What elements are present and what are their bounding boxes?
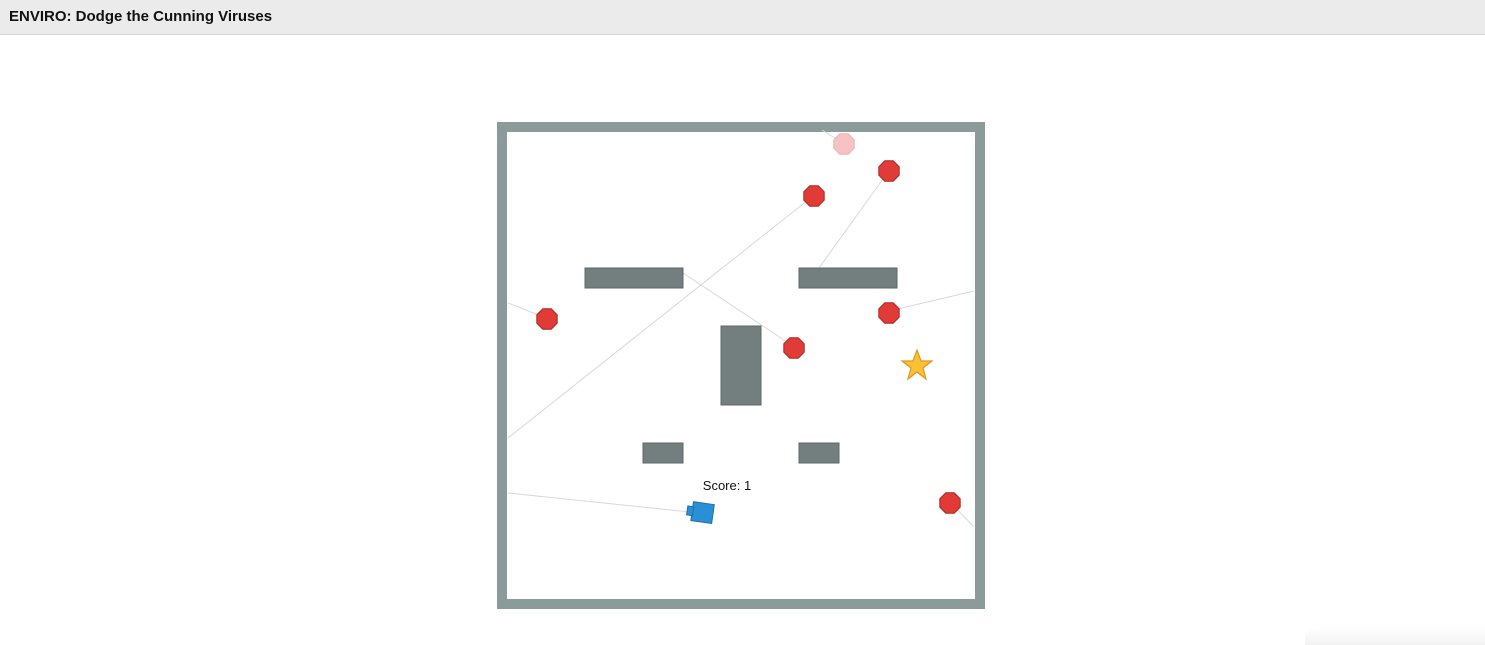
- player-agent: [686, 501, 715, 525]
- faded-virus-icon: [833, 133, 855, 155]
- wall-block: [584, 267, 684, 289]
- sight-line: [818, 171, 889, 269]
- corner-shadow: [1305, 627, 1485, 645]
- score-label: Score: 1: [703, 478, 751, 493]
- virus-icon: [878, 302, 900, 324]
- walls: [584, 267, 898, 464]
- wall-block: [720, 325, 762, 406]
- game-canvas[interactable]: Score: 1: [0, 0, 1485, 645]
- wall-block: [798, 442, 840, 464]
- virus-icon: [878, 160, 900, 182]
- viruses: [536, 133, 961, 514]
- virus-icon: [939, 492, 961, 514]
- sight-line: [507, 492, 691, 513]
- goal-star-icon: [900, 348, 934, 381]
- virus-icon: [783, 337, 805, 359]
- sight-line: [888, 290, 975, 312]
- virus-icon: [803, 185, 825, 207]
- virus-icon: [536, 308, 558, 330]
- wall-block: [642, 442, 684, 464]
- wall-block: [798, 267, 898, 289]
